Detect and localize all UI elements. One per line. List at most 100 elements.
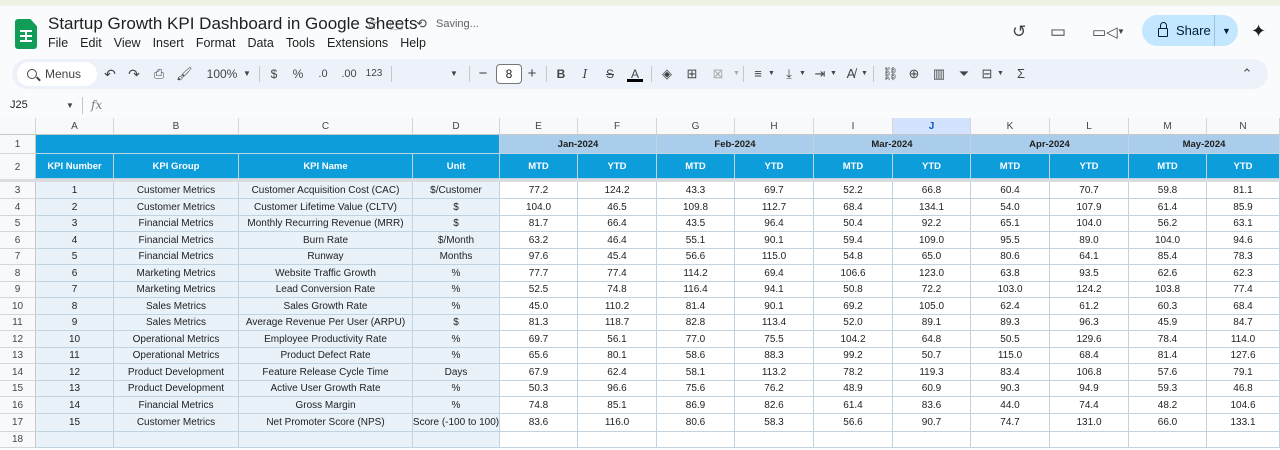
value-cell[interactable]: 90.7	[893, 414, 971, 432]
menu-data[interactable]: Data	[247, 36, 273, 50]
rotate-icon[interactable]: A̸	[844, 66, 858, 82]
empty-cell[interactable]	[114, 432, 239, 448]
currency-format-button[interactable]: $	[268, 66, 280, 82]
row-header-7[interactable]: 7	[0, 249, 36, 265]
value-cell[interactable]: 46.4	[578, 232, 657, 249]
value-cell[interactable]: 109.0	[893, 232, 971, 249]
kpi-group-cell[interactable]: Financial Metrics	[114, 232, 239, 249]
value-cell[interactable]: 89.3	[971, 315, 1050, 331]
value-cell[interactable]: 116.0	[578, 414, 657, 432]
valign-dropdown-icon[interactable]: ▼	[799, 66, 806, 82]
increase-decimal-button[interactable]: .00	[339, 66, 359, 82]
kpi-number-cell[interactable]: 13	[36, 381, 114, 397]
kpi-group-cell[interactable]: Customer Metrics	[114, 182, 239, 199]
kpi-number-cell[interactable]: 2	[36, 199, 114, 216]
kpi-name-cell[interactable]: Employee Productivity Rate	[239, 331, 413, 348]
kpi-group-cell[interactable]: Product Development	[114, 364, 239, 381]
value-cell[interactable]: 50.5	[971, 331, 1050, 348]
merge-dropdown-icon[interactable]: ▼	[733, 66, 740, 82]
chevron-down-icon[interactable]: ▼	[1117, 27, 1125, 36]
kpi-name-cell[interactable]: Average Revenue Per User (ARPU)	[239, 315, 413, 331]
kpi-number-cell[interactable]: 1	[36, 182, 114, 199]
value-cell[interactable]: 77.7	[500, 265, 578, 282]
value-cell[interactable]: 43.5	[657, 216, 735, 232]
video-call-icon[interactable]: ▭◁	[1092, 23, 1118, 41]
value-cell[interactable]: 104.6	[1207, 397, 1280, 414]
row-header-9[interactable]: 9	[0, 282, 36, 298]
kpi-group-cell[interactable]: Operational Metrics	[114, 331, 239, 348]
kpi-unit-cell[interactable]: Score (-100 to 100)	[413, 414, 500, 432]
menu-extensions[interactable]: Extensions	[327, 36, 388, 50]
row-header-13[interactable]: 13	[0, 348, 36, 364]
insert-chart-icon[interactable]: ▥	[932, 66, 946, 82]
kpi-name-cell[interactable]: Runway	[239, 249, 413, 265]
select-all-corner[interactable]	[0, 118, 36, 135]
kpi-number-cell[interactable]: 4	[36, 232, 114, 249]
value-cell[interactable]: 81.4	[657, 298, 735, 315]
value-cell[interactable]: 80.1	[578, 348, 657, 364]
value-cell[interactable]: 74.8	[578, 282, 657, 298]
kpi-unit-cell[interactable]: $	[413, 315, 500, 331]
value-cell[interactable]: 56.6	[657, 249, 735, 265]
rotate-dropdown-icon[interactable]: ▼	[861, 66, 868, 82]
value-cell[interactable]: 57.6	[1129, 364, 1207, 381]
value-cell[interactable]: 46.8	[1207, 381, 1280, 397]
value-cell[interactable]: 112.7	[735, 199, 814, 216]
empty-cell[interactable]	[657, 432, 735, 448]
align-dropdown-icon[interactable]: ▼	[768, 66, 775, 82]
value-cell[interactable]: 124.2	[578, 182, 657, 199]
value-cell[interactable]: 54.8	[814, 249, 893, 265]
share-button[interactable]: Share ▼	[1142, 15, 1238, 46]
value-cell[interactable]: 48.9	[814, 381, 893, 397]
value-cell[interactable]: 96.6	[578, 381, 657, 397]
value-cell[interactable]: 129.6	[1050, 331, 1129, 348]
value-cell[interactable]: 68.4	[1207, 298, 1280, 315]
value-cell[interactable]: 106.6	[814, 265, 893, 282]
value-cell[interactable]: 60.9	[893, 381, 971, 397]
row-header-2[interactable]: 2	[0, 154, 36, 182]
value-cell[interactable]: 54.0	[971, 199, 1050, 216]
kpi-unit-cell[interactable]: %	[413, 397, 500, 414]
kpi-unit-cell[interactable]: %	[413, 298, 500, 315]
sheets-logo-icon[interactable]	[15, 19, 37, 49]
kpi-unit-cell[interactable]: %	[413, 381, 500, 397]
wrap-icon[interactable]: ⇥	[813, 66, 827, 82]
value-cell[interactable]: 104.0	[500, 199, 578, 216]
value-cell[interactable]: 83.6	[500, 414, 578, 432]
value-cell[interactable]: 134.1	[893, 199, 971, 216]
value-cell[interactable]: 83.4	[971, 364, 1050, 381]
value-cell[interactable]: 65.6	[500, 348, 578, 364]
value-cell[interactable]: 115.0	[735, 249, 814, 265]
column-header-c[interactable]: C	[239, 118, 413, 135]
spreadsheet-grid[interactable]: A B C D E F G H I J K L M N 1 2 3 4 5 6 7 8 9 10 11 12 13 14 15 16 17 1…	[0, 118, 1280, 450]
value-cell[interactable]: 119.3	[893, 364, 971, 381]
text-color-icon[interactable]: A	[627, 66, 643, 82]
views-icon[interactable]: ⊟	[980, 66, 994, 82]
kpi-name-cell[interactable]: Gross Margin	[239, 397, 413, 414]
value-cell[interactable]: 62.3	[1207, 265, 1280, 282]
align-icon[interactable]: ≡	[751, 66, 765, 82]
valign-icon[interactable]: ⤓	[782, 66, 796, 82]
font-dropdown-icon[interactable]: ▼	[450, 66, 458, 82]
value-cell[interactable]: 75.5	[735, 331, 814, 348]
value-cell[interactable]: 70.7	[1050, 182, 1129, 199]
value-cell[interactable]: 82.6	[735, 397, 814, 414]
kpi-number-cell[interactable]: 9	[36, 315, 114, 331]
zoom-dropdown-icon[interactable]: ▼	[243, 66, 251, 82]
font-size-input[interactable]: 8	[496, 64, 522, 84]
value-cell[interactable]: 64.1	[1050, 249, 1129, 265]
value-cell[interactable]: 82.8	[657, 315, 735, 331]
kpi-number-cell[interactable]: 14	[36, 397, 114, 414]
fill-color-icon[interactable]: ◈	[660, 66, 674, 82]
kpi-number-cell[interactable]: 6	[36, 265, 114, 282]
column-header-g[interactable]: G	[657, 118, 735, 135]
value-cell[interactable]: 66.0	[1129, 414, 1207, 432]
value-cell[interactable]: 52.0	[814, 315, 893, 331]
value-cell[interactable]: 67.9	[500, 364, 578, 381]
menu-format[interactable]: Format	[196, 36, 236, 50]
column-header-h[interactable]: H	[735, 118, 814, 135]
value-cell[interactable]: 104.2	[814, 331, 893, 348]
value-cell[interactable]: 77.4	[578, 265, 657, 282]
value-cell[interactable]: 89.1	[893, 315, 971, 331]
value-cell[interactable]: 63.1	[1207, 216, 1280, 232]
